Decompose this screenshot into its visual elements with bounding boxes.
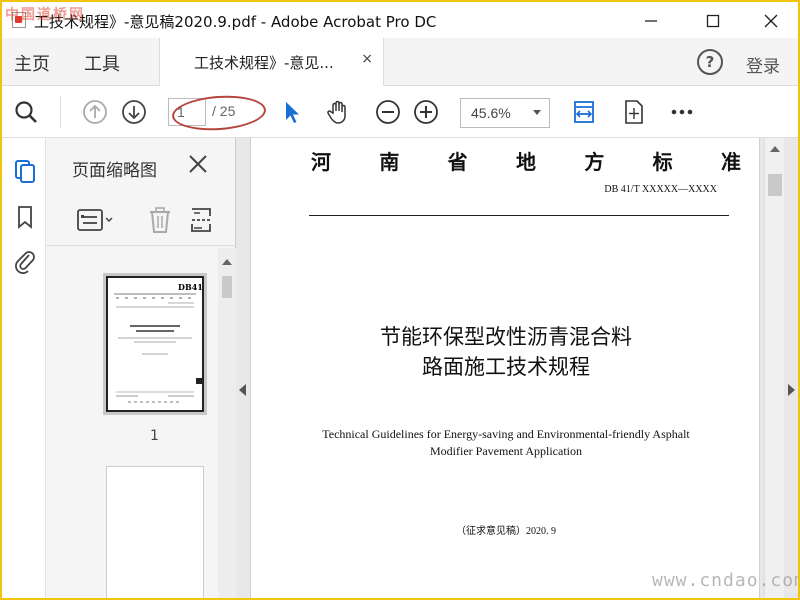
header-char: 方 [584,150,605,174]
zoom-in-icon[interactable] [412,98,440,126]
thumbnail-preview: DB41 [114,282,202,403]
thumbnails-panel-title: 页面缩略图 [72,161,157,181]
thumbnail-options-icon[interactable] [76,208,116,232]
chevron-down-icon [533,110,541,115]
hand-tool-icon[interactable] [324,98,352,126]
maximize-icon [706,14,720,28]
maximize-button[interactable] [690,8,736,34]
english-title-line: Technical Guidelines for Energy-saving a… [322,427,690,441]
thumbnail-header-code: DB41 [178,282,202,292]
standard-header: 河 南 省 地 方 标 准 [311,146,741,175]
thumbnail-list: DB41 1 [46,248,216,598]
help-icon[interactable]: ? [697,49,723,75]
page-thumbnail[interactable] [106,466,204,598]
zoom-value: 45.6% [471,105,511,121]
next-page-icon[interactable] [120,98,148,126]
scrollbar-thumb[interactable] [768,174,782,196]
header-char: 标 [652,150,673,174]
english-title: Technical Guidelines for Energy-saving a… [251,426,761,460]
previous-page-icon[interactable] [81,98,109,126]
pdf-page: 河 南 省 地 方 标 准 DB 41/T XXXXX—XXXX 节能环保型改性… [250,138,760,598]
search-icon[interactable] [12,98,40,126]
chinese-title: 节能环保型改性沥青混合料 路面施工技术规程 [251,322,761,382]
tab-document[interactable]: 工技术规程》-意见... × [159,38,384,86]
document-scrollbar[interactable] [764,138,784,598]
left-rail [2,138,46,598]
header-char: 地 [515,150,536,174]
header-char: 南 [379,150,400,174]
window-title: 工技术规程》-意见稿2020.9.pdf - Adobe Acrobat Pro… [34,13,437,31]
toolbar: 1 / 25 45.6% [2,86,798,138]
thumbnails-panel: 页面缩略图 DB41 1 [46,138,236,598]
watermark-top-left: 中国道桥网 [5,7,85,23]
header-char: 河 [311,150,331,174]
watermark-bottom-right: www.cndao.com [652,570,798,591]
document-tab-label: 工技术规程》-意见... [194,54,334,72]
bookmark-icon[interactable] [12,204,38,230]
thumbnail-page-number: 1 [150,428,159,444]
acrobat-window: 工技术规程》-意见稿2020.9.pdf - Adobe Acrobat Pro… [2,2,798,598]
zoom-select[interactable]: 45.6% [460,98,550,128]
page-thumbnails-icon[interactable] [12,158,38,184]
close-tab-icon[interactable]: × [361,51,373,67]
chinese-title-line: 节能环保型改性沥青混合料 [380,325,632,349]
scrolling-mode-icon[interactable] [620,98,648,126]
delete-page-icon[interactable] [146,206,174,234]
tab-tools[interactable]: 工具 [84,50,120,76]
page-thumbnail[interactable]: DB41 [106,276,204,412]
signin-link[interactable]: 登录 [746,52,780,77]
standard-code: DB 41/T XXXXX—XXXX [604,184,717,195]
title-bar: 工技术规程》-意见稿2020.9.pdf - Adobe Acrobat Pro… [2,2,798,38]
close-window-button[interactable] [748,8,794,34]
header-rule [309,215,729,216]
select-pointer-icon[interactable] [278,98,306,126]
extract-page-icon[interactable] [188,206,216,234]
header-char: 准 [720,150,741,174]
english-title-line: Modifier Pavement Application [430,444,582,458]
thumbnails-toolbar [46,196,236,246]
collapse-left-panel-icon[interactable] [239,384,246,396]
thumbnails-scrollbar[interactable] [218,248,236,598]
close-icon [764,14,778,28]
header-char: 省 [447,150,468,174]
chinese-title-line: 路面施工技术规程 [422,355,590,379]
draft-note: （征求意见稿）2020. 9 [456,526,556,537]
tab-home[interactable]: 主页 [14,50,50,76]
scroll-up-icon[interactable] [770,146,780,152]
more-icon[interactable] [668,98,696,126]
toolbar-divider [60,96,61,128]
expand-right-panel-icon[interactable] [788,384,795,396]
attachment-icon[interactable] [12,248,38,274]
minimize-icon [645,20,657,22]
scroll-up-icon[interactable] [221,258,233,266]
close-panel-icon[interactable] [186,152,210,176]
scrollbar-thumb[interactable] [222,276,232,298]
tab-bar: 主页 工具 工技术规程》-意见... × ? 登录 [2,38,798,86]
zoom-out-icon[interactable] [374,98,402,126]
document-view: 河 南 省 地 方 标 准 DB 41/T XXXXX—XXXX 节能环保型改性… [236,138,798,598]
fit-width-icon[interactable] [570,98,598,126]
minimize-button[interactable] [628,8,674,34]
